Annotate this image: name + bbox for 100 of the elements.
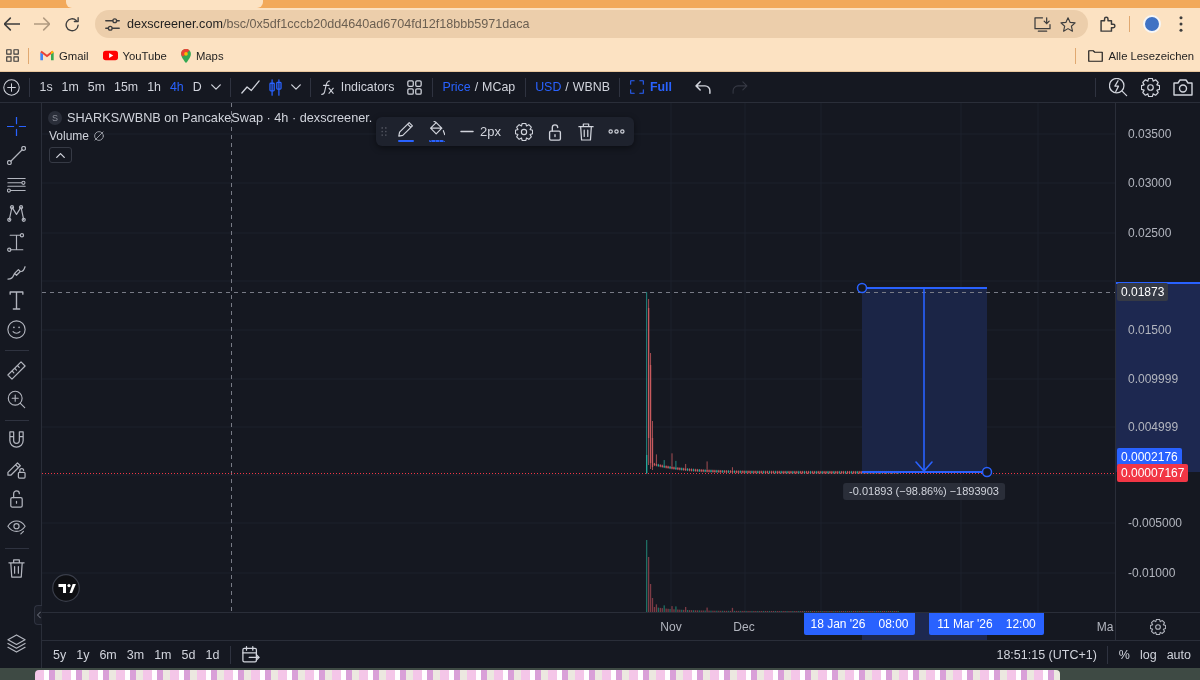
range-button[interactable]: 3m — [121, 643, 150, 666]
indicators-button[interactable]: Indicators — [316, 74, 399, 100]
chevron-up-icon[interactable] — [56, 152, 65, 158]
line-width-icon[interactable] — [460, 130, 474, 133]
range-button[interactable]: 5d — [176, 643, 201, 666]
mail-logo-icon[interactable] — [40, 50, 54, 61]
zoom-in-icon[interactable] — [7, 390, 26, 409]
clock-text: 18:51:15 (UTC+1) — [996, 647, 1098, 662]
star-icon[interactable] — [1060, 16, 1076, 32]
price-mode-option[interactable]: Price — [437, 74, 474, 100]
trash-icon[interactable] — [7, 559, 26, 578]
scale-button[interactable]: log — [1134, 643, 1162, 666]
bookmark-link[interactable]: Gmail — [35, 43, 94, 68]
unlock-icon[interactable] — [7, 489, 26, 508]
map-pin-icon[interactable] — [180, 48, 191, 63]
layers-icon[interactable] — [7, 634, 26, 653]
collapse-button[interactable] — [49, 147, 72, 163]
date-text: 18 Jan '26 — [810, 617, 866, 631]
axis-settings-icon[interactable] — [1150, 618, 1166, 635]
magnet-icon[interactable] — [7, 431, 26, 450]
horizontal-lines-icon[interactable] — [7, 175, 26, 194]
drag-handle-icon[interactable] — [381, 126, 387, 137]
camera-icon[interactable] — [1173, 78, 1193, 96]
profile-avatar[interactable] — [1143, 15, 1161, 33]
fullscreen-button[interactable]: Full — [625, 74, 677, 100]
currency-option[interactable]: USD — [530, 74, 565, 100]
i-beam-icon[interactable] — [7, 233, 26, 252]
price-mode-option[interactable]: MCap — [479, 74, 520, 100]
currency-option[interactable]: WBNB — [569, 74, 615, 100]
range-button[interactable]: 1y — [71, 643, 95, 666]
time-axis-label: Ma — [1096, 619, 1114, 635]
pencil-lock-icon[interactable] — [7, 460, 26, 479]
lightning-search-icon[interactable] — [1109, 77, 1128, 97]
fullscreen-corners-icon[interactable] — [630, 80, 644, 94]
measure-label: -0.01893 (−98.86%) −1893903 — [843, 483, 1005, 500]
volume-label: Volume — [49, 129, 90, 143]
chevron-down-icon[interactable] — [210, 84, 221, 90]
price-marker-label: 0.01873 — [1117, 283, 1169, 301]
address-field[interactable]: dexscreener.com/bsc/0x5df1cccb20dd4640ad6704fd12f18bbb5971daca — [95, 10, 1088, 38]
interval-tab[interactable]: 1h — [142, 74, 166, 100]
interval-tab[interactable]: D — [188, 74, 207, 100]
chevron-down-icon[interactable] — [290, 84, 301, 90]
resize-handle[interactable] — [856, 282, 868, 294]
sliders-icon[interactable] — [105, 17, 120, 31]
url-text: dexscreener.com/bsc/0x5df1cccb20dd4640ad6704fd12f18bbb5971daca — [127, 17, 531, 31]
range-button[interactable]: 1m — [149, 643, 177, 666]
gear-icon[interactable] — [1141, 77, 1160, 97]
slashed-circle-icon[interactable] — [94, 131, 105, 141]
candlestick-icon[interactable] — [268, 78, 282, 96]
bookmark-link[interactable]: Maps — [175, 43, 229, 68]
trend-line-icon[interactable] — [7, 146, 26, 165]
range-button[interactable]: 6m — [94, 643, 122, 666]
slash-text: / — [473, 80, 480, 94]
all-bookmarks-button[interactable]: Alle Lesezeichen — [1082, 43, 1199, 68]
pencil-icon[interactable] — [398, 121, 414, 137]
folder-icon[interactable] — [1087, 49, 1103, 62]
more-dots-icon[interactable] — [608, 129, 626, 134]
puzzle-icon[interactable] — [1100, 16, 1116, 32]
token-avatar: S — [48, 111, 62, 125]
calendar-arrow-icon[interactable] — [242, 646, 261, 663]
crosshair-icon[interactable] — [7, 117, 26, 136]
line-width-button[interactable]: 2px — [455, 118, 506, 145]
time-text: 12:00 — [1005, 617, 1036, 631]
scale-button[interactable]: auto — [1161, 643, 1196, 666]
resize-handle[interactable] — [981, 466, 993, 478]
zigzag-pattern-icon[interactable] — [7, 204, 26, 223]
price-marker-label: 0.00007167 — [1117, 464, 1189, 482]
price-axis-label: 0.03500 — [1128, 126, 1172, 142]
interval-tab[interactable]: 5m — [83, 74, 110, 100]
back-arrow-icon[interactable] — [4, 17, 20, 31]
slash-text: / — [564, 80, 570, 94]
ruler-icon[interactable] — [7, 361, 26, 380]
chart-logo-icon[interactable] — [52, 574, 80, 602]
play-logo-icon[interactable] — [102, 50, 118, 61]
price-axis-label: -0.01000 — [1128, 565, 1176, 581]
monitor-download-icon[interactable] — [1034, 16, 1051, 32]
line-chart-icon[interactable] — [240, 80, 260, 94]
eye-icon[interactable] — [7, 518, 26, 537]
paint-bucket-icon[interactable] — [429, 121, 445, 137]
chart-title: SHARKS/WBNB on PancakeSwap · 4h · dexscreener. — [67, 111, 373, 125]
range-button[interactable]: 1d — [200, 643, 225, 666]
four-squares-icon[interactable] — [407, 79, 423, 95]
interval-tab[interactable]: 1s — [35, 74, 58, 100]
smiley-icon[interactable] — [7, 320, 26, 339]
interval-tab[interactable]: 15m — [109, 74, 143, 100]
price-axis-label: 0.009999 — [1128, 371, 1179, 387]
letter-t-icon[interactable] — [7, 291, 26, 310]
interval-tab[interactable]: 1m — [57, 74, 84, 100]
interval-tab[interactable]: 4h — [165, 74, 189, 100]
price-axis-label: 0.02500 — [1128, 225, 1172, 241]
scale-button[interactable]: % — [1113, 643, 1135, 666]
undo-arrow-icon[interactable] — [695, 80, 711, 94]
time-axis-label: Nov — [660, 619, 682, 635]
function-icon[interactable] — [320, 79, 334, 95]
bookmark-link[interactable]: YouTube — [97, 43, 172, 68]
trash-icon[interactable] — [577, 122, 594, 141]
price-axis-label: 0.03000 — [1128, 175, 1172, 191]
unlock-icon[interactable] — [547, 122, 562, 141]
range-button[interactable]: 5y — [48, 643, 72, 666]
apps-grid-icon[interactable] — [5, 49, 19, 62]
